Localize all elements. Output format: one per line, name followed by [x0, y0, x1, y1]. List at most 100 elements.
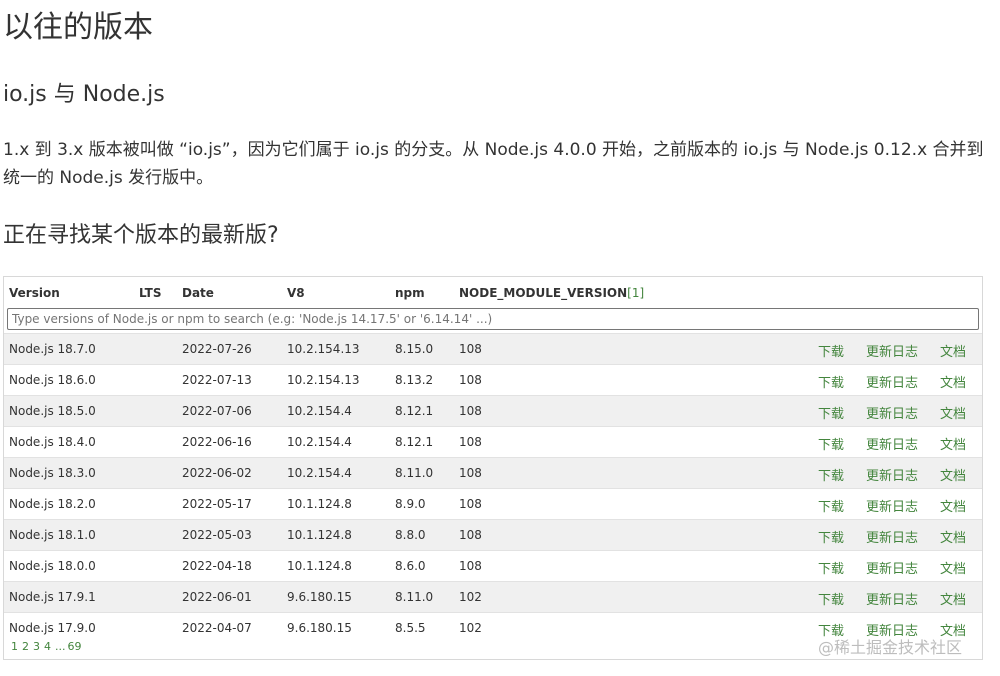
cell-npm: 8.8.0	[395, 528, 426, 542]
header-npm: npm	[395, 286, 425, 300]
table-header: Version LTS Date V8 npm NODE_MODULE_VERS…	[4, 277, 982, 307]
cell-version: Node.js 17.9.0	[9, 621, 96, 635]
versions-table: Version LTS Date V8 npm NODE_MODULE_VERS…	[3, 276, 983, 660]
cell-v8: 10.2.154.13	[287, 342, 360, 356]
download-link[interactable]: 下载	[818, 527, 844, 546]
table-row: Node.js 18.0.0 2022-04-18 10.1.124.8 8.6.0 1…	[4, 550, 982, 581]
cell-module-version: 102	[459, 621, 482, 635]
cell-date: 2022-04-18	[182, 559, 252, 573]
header-date: Date	[182, 286, 214, 300]
pagination-page-link[interactable]: 69	[68, 640, 82, 653]
cell-module-version: 108	[459, 497, 482, 511]
download-link[interactable]: 下载	[818, 341, 844, 360]
table-row: Node.js 17.9.1 2022-06-01 9.6.180.15 8.11.0…	[4, 581, 982, 612]
pagination-page-link[interactable]: 2	[22, 640, 29, 653]
cell-v8: 10.2.154.4	[287, 404, 352, 418]
table-row: Node.js 18.2.0 2022-05-17 10.1.124.8 8.9.0 1…	[4, 488, 982, 519]
table-row: Node.js 18.4.0 2022-06-16 10.2.154.4 8.12.1…	[4, 426, 982, 457]
download-link[interactable]: 下载	[818, 558, 844, 577]
cell-date: 2022-05-03	[182, 528, 252, 542]
changelog-link[interactable]: 更新日志	[866, 496, 918, 515]
docs-link[interactable]: 文档	[940, 465, 966, 484]
cell-module-version: 108	[459, 342, 482, 356]
table-row: Node.js 18.3.0 2022-06-02 10.2.154.4 8.11.0…	[4, 457, 982, 488]
page-title: 以往的版本	[3, 10, 153, 45]
cell-version: Node.js 18.5.0	[9, 404, 96, 418]
changelog-link[interactable]: 更新日志	[866, 558, 918, 577]
cell-date: 2022-04-07	[182, 621, 252, 635]
download-link[interactable]: 下载	[818, 403, 844, 422]
docs-link[interactable]: 文档	[940, 558, 966, 577]
changelog-link[interactable]: 更新日志	[866, 589, 918, 608]
docs-link[interactable]: 文档	[940, 527, 966, 546]
header-module-version: NODE_MODULE_VERSION[1]	[459, 286, 644, 300]
download-link[interactable]: 下载	[818, 589, 844, 608]
header-v8: V8	[287, 286, 305, 300]
cell-version: Node.js 18.2.0	[9, 497, 96, 511]
header-module-label: NODE_MODULE_VERSION	[459, 286, 628, 300]
pagination-page-link[interactable]: 4	[44, 640, 51, 653]
cell-module-version: 102	[459, 590, 482, 604]
cell-npm: 8.11.0	[395, 466, 434, 480]
docs-link[interactable]: 文档	[940, 341, 966, 360]
pagination-page-link[interactable]: 1	[11, 640, 18, 653]
header-lts: LTS	[139, 286, 162, 300]
footnote-link[interactable]: [1]	[627, 286, 644, 300]
cell-npm: 8.6.0	[395, 559, 426, 573]
iojs-description: 1.x 到 3.x 版本被叫做 “io.js”，因为它们属于 io.js 的分支…	[3, 140, 984, 188]
cell-module-version: 108	[459, 435, 482, 449]
cell-v8: 9.6.180.15	[287, 590, 352, 604]
cell-date: 2022-06-02	[182, 466, 252, 480]
cell-date: 2022-05-17	[182, 497, 252, 511]
cell-date: 2022-06-01	[182, 590, 252, 604]
download-link[interactable]: 下载	[818, 434, 844, 453]
changelog-link[interactable]: 更新日志	[866, 341, 918, 360]
cell-npm: 8.9.0	[395, 497, 426, 511]
changelog-link[interactable]: 更新日志	[866, 527, 918, 546]
changelog-link[interactable]: 更新日志	[866, 403, 918, 422]
table-row: Node.js 18.7.0 2022-07-26 10.2.154.13 8.15.…	[4, 333, 982, 364]
cell-v8: 10.1.124.8	[287, 559, 352, 573]
cell-v8: 10.2.154.13	[287, 373, 360, 387]
changelog-link[interactable]: 更新日志	[866, 434, 918, 453]
docs-link[interactable]: 文档	[940, 372, 966, 391]
cell-version: Node.js 18.7.0	[9, 342, 96, 356]
download-link[interactable]: 下载	[818, 372, 844, 391]
cell-date: 2022-07-26	[182, 342, 252, 356]
docs-link[interactable]: 文档	[940, 403, 966, 422]
section-heading-latest: 正在寻找某个版本的最新版?	[3, 223, 279, 248]
download-link[interactable]: 下载	[818, 465, 844, 484]
download-link[interactable]: 下载	[818, 496, 844, 515]
pagination: 1 2 3 4... 69	[11, 640, 86, 653]
changelog-link[interactable]: 更新日志	[866, 372, 918, 391]
docs-link[interactable]: 文档	[940, 434, 966, 453]
table-row: Node.js 18.5.0 2022-07-06 10.2.154.4 8.12.1…	[4, 395, 982, 426]
cell-module-version: 108	[459, 559, 482, 573]
cell-v8: 10.1.124.8	[287, 497, 352, 511]
cell-npm: 8.11.0	[395, 590, 434, 604]
table-body: Node.js 18.7.0 2022-07-26 10.2.154.13 8.15.…	[4, 333, 982, 643]
watermark: @稀土掘金技术社区	[818, 638, 963, 657]
cell-v8: 9.6.180.15	[287, 621, 352, 635]
cell-version: Node.js 18.1.0	[9, 528, 96, 542]
cell-version: Node.js 18.4.0	[9, 435, 96, 449]
cell-module-version: 108	[459, 466, 482, 480]
cell-npm: 8.12.1	[395, 404, 434, 418]
docs-link[interactable]: 文档	[940, 496, 966, 515]
cell-version: Node.js 18.3.0	[9, 466, 96, 480]
pagination-page-link[interactable]: 3	[33, 640, 40, 653]
cell-version: Node.js 18.0.0	[9, 559, 96, 573]
cell-v8: 10.2.154.4	[287, 466, 352, 480]
changelog-link[interactable]: 更新日志	[866, 465, 918, 484]
docs-link[interactable]: 文档	[940, 589, 966, 608]
section-heading-iojs: io.js 与 Node.js	[3, 82, 165, 107]
cell-module-version: 108	[459, 528, 482, 542]
version-search-input[interactable]	[7, 308, 979, 330]
table-row: Node.js 18.6.0 2022-07-13 10.2.154.13 8.13.…	[4, 364, 982, 395]
cell-npm: 8.15.0	[395, 342, 434, 356]
header-version: Version	[9, 286, 60, 300]
table-row: Node.js 18.1.0 2022-05-03 10.1.124.8 8.8.0 1…	[4, 519, 982, 550]
cell-version: Node.js 18.6.0	[9, 373, 96, 387]
cell-v8: 10.2.154.4	[287, 435, 352, 449]
cell-module-version: 108	[459, 373, 482, 387]
